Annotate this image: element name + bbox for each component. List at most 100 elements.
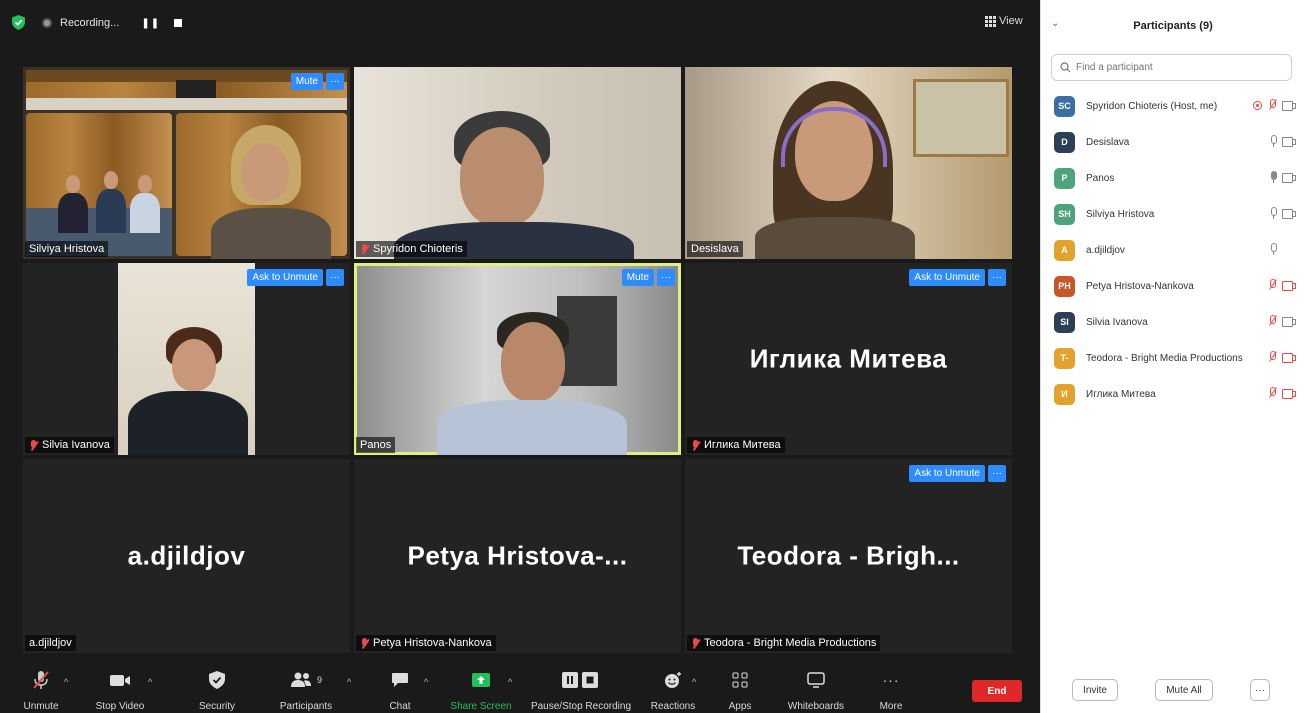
grid-view-icon bbox=[985, 16, 996, 27]
share-options-caret-icon[interactable]: ^ bbox=[508, 677, 512, 687]
chat-options-caret-icon[interactable]: ^ bbox=[424, 677, 428, 687]
participant-name: Spyridon Chioteris bbox=[373, 243, 463, 255]
invite-button[interactable]: Invite bbox=[1072, 679, 1118, 701]
unmute-button[interactable]: Unmute bbox=[18, 669, 64, 712]
tile-more-button[interactable]: ··· bbox=[988, 465, 1006, 482]
participant-name: Spyridon Chioteris (Host, me) bbox=[1086, 100, 1218, 112]
mute-all-button[interactable]: Mute All bbox=[1155, 679, 1213, 701]
tile-more-button[interactable]: ··· bbox=[326, 269, 344, 286]
video-tile[interactable]: Mute ··· Silviya Hristova bbox=[23, 67, 350, 259]
video-tile[interactable]: a.djildjov a.djildjov bbox=[23, 459, 350, 653]
participant-display-name: Иглика Митева bbox=[749, 343, 948, 374]
pause-stop-recording-button[interactable]: Pause/Stop Recording bbox=[528, 669, 634, 712]
reactions-smiley-icon bbox=[665, 672, 681, 688]
reactions-button[interactable]: Reactions bbox=[650, 669, 696, 712]
participant-row[interactable]: И Иглика Митева bbox=[1041, 376, 1305, 412]
chat-button[interactable]: Chat bbox=[380, 669, 420, 712]
pause-stop-recording-icon bbox=[562, 672, 598, 688]
mic-muted-icon bbox=[1267, 279, 1277, 291]
participant-name: Silvia Ivanova bbox=[1086, 316, 1148, 328]
mic-muted-icon bbox=[1267, 315, 1277, 327]
recording-label: Recording... bbox=[60, 17, 120, 29]
video-tile[interactable]: Desislava bbox=[685, 67, 1012, 259]
stop-recording-icon[interactable] bbox=[174, 19, 183, 27]
share-screen-label: Share Screen bbox=[450, 701, 512, 712]
participant-name: a.djildjov bbox=[29, 637, 72, 649]
video-tile[interactable]: Petya Hristova-... Petya Hristova-Nankov… bbox=[354, 459, 681, 653]
participant-name: Petya Hristova-Nankova bbox=[1086, 280, 1194, 292]
video-feed bbox=[176, 113, 347, 259]
tile-more-button[interactable]: ··· bbox=[988, 269, 1006, 286]
participant-name: Panos bbox=[360, 439, 392, 451]
participant-row[interactable]: Aa.djildjov bbox=[1041, 232, 1305, 268]
ask-to-unmute-button[interactable]: Ask to Unmute bbox=[247, 269, 323, 286]
participant-name-label: Petya Hristova-Nankova bbox=[356, 635, 496, 651]
security-button[interactable]: Security bbox=[192, 669, 242, 712]
avatar: PH bbox=[1054, 275, 1075, 297]
mic-active-icon bbox=[1269, 171, 1277, 183]
tile-more-button[interactable]: ··· bbox=[326, 73, 344, 90]
participant-display-name: Teodora - Brigh... bbox=[737, 540, 960, 571]
active-speaker-tile[interactable]: Mute ··· Panos bbox=[354, 263, 681, 455]
video-off-icon bbox=[1282, 280, 1296, 291]
avatar: SC bbox=[1054, 95, 1075, 117]
video-options-caret-icon[interactable]: ^ bbox=[148, 677, 152, 687]
stop-video-button[interactable]: Stop Video bbox=[92, 669, 148, 712]
whiteboards-label: Whiteboards bbox=[787, 701, 845, 712]
video-tile[interactable]: Иглика Митева Ask to Unmute ··· Иглика М… bbox=[685, 263, 1012, 455]
participant-name-label: Teodora - Bright Media Productions bbox=[687, 635, 881, 651]
participant-name: Иглика Митева bbox=[704, 439, 781, 451]
participant-row[interactable]: PH Petya Hristova-Nankova bbox=[1041, 268, 1305, 304]
participant-name-label: Desislava bbox=[687, 241, 743, 257]
participant-name-label: Spyridon Chioteris bbox=[356, 241, 467, 257]
ask-to-unmute-button[interactable]: Ask to Unmute bbox=[909, 465, 985, 482]
recording-indicator[interactable]: Recording... ❚❚ bbox=[42, 13, 183, 33]
end-meeting-button[interactable]: End bbox=[972, 680, 1022, 702]
whiteboards-button[interactable]: Whiteboards bbox=[784, 669, 848, 712]
mic-muted-icon bbox=[360, 243, 369, 255]
video-feed bbox=[118, 263, 255, 455]
panel-more-button[interactable]: ··· bbox=[1250, 679, 1270, 701]
apps-button[interactable]: Apps bbox=[722, 669, 758, 712]
mute-button[interactable]: Mute bbox=[621, 269, 654, 286]
share-screen-button[interactable]: Share Screen bbox=[450, 669, 512, 712]
apps-icon bbox=[732, 672, 748, 688]
pause-stop-recording-label: Pause/Stop Recording bbox=[530, 701, 632, 712]
participant-row[interactable]: D Desislava bbox=[1041, 124, 1305, 160]
video-tile[interactable]: Teodora - Brigh... Ask to Unmute ··· Teo… bbox=[685, 459, 1012, 653]
avatar: T- bbox=[1054, 347, 1075, 369]
video-tile[interactable]: Ask to Unmute ··· Silvia Ivanova bbox=[23, 263, 350, 455]
video-camera-icon bbox=[1282, 316, 1296, 327]
participants-button[interactable]: 9 Participants bbox=[276, 669, 336, 712]
participant-list: SC Spyridon Chioteris (Host, me) D Desislav… bbox=[1041, 88, 1305, 412]
view-button[interactable]: View bbox=[985, 15, 1023, 27]
tile-buttons: Ask to Unmute ··· bbox=[247, 269, 344, 286]
video-tile[interactable]: Spyridon Chioteris bbox=[354, 67, 681, 259]
participant-row[interactable]: SC Spyridon Chioteris (Host, me) bbox=[1041, 88, 1305, 124]
video-camera-icon bbox=[1282, 172, 1296, 183]
pause-recording-icon[interactable]: ❚❚ bbox=[141, 18, 160, 29]
audio-options-caret-icon[interactable]: ^ bbox=[64, 677, 68, 687]
tile-more-button[interactable]: ··· bbox=[657, 269, 675, 286]
participant-status-icons bbox=[1269, 207, 1296, 219]
mute-button[interactable]: Mute bbox=[290, 73, 323, 90]
more-button[interactable]: ··· More bbox=[872, 669, 910, 712]
mic-muted-icon bbox=[33, 671, 49, 689]
view-label: View bbox=[999, 15, 1023, 27]
participant-row[interactable]: P Panos bbox=[1041, 160, 1305, 196]
participant-search[interactable] bbox=[1051, 54, 1292, 81]
participants-options-caret-icon[interactable]: ^ bbox=[347, 677, 351, 687]
participant-name: Silvia Ivanova bbox=[42, 439, 110, 451]
avatar: A bbox=[1054, 239, 1075, 261]
participant-row[interactable]: T- Teodora - Bright Media Productions bbox=[1041, 340, 1305, 376]
ask-to-unmute-button[interactable]: Ask to Unmute bbox=[909, 269, 985, 286]
participant-row[interactable]: SI Silvia Ivanova bbox=[1041, 304, 1305, 340]
search-input[interactable] bbox=[1076, 62, 1276, 73]
mic-muted-icon bbox=[29, 439, 38, 451]
reactions-options-caret-icon[interactable]: ^ bbox=[692, 677, 696, 687]
video-camera-icon bbox=[110, 675, 130, 686]
participant-status-icons bbox=[1267, 387, 1296, 399]
participants-panel: ⌄ Participants (9) SC Spyridon Chioteris … bbox=[1040, 0, 1305, 713]
participant-name: Desislava bbox=[691, 243, 739, 255]
participant-row[interactable]: SH Silviya Hristova bbox=[1041, 196, 1305, 232]
